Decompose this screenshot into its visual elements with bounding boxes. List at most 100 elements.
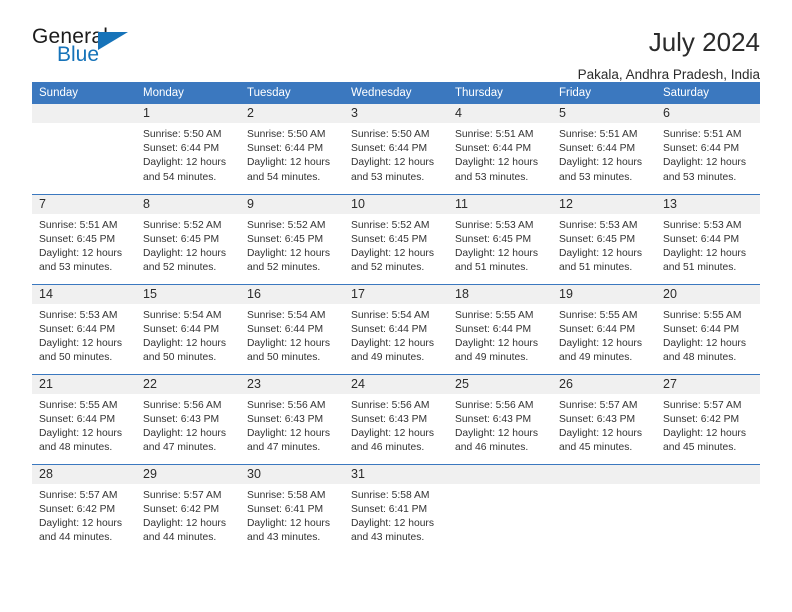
calendar-day-cell[interactable]: 9 Sunrise: 5:52 AM Sunset: 6:45 PM Daylight… [240, 193, 344, 284]
day-detail-line: and 47 minutes. [247, 442, 321, 454]
calendar-day-cell[interactable]: 13 Sunrise: 5:53 AM Sunset: 6:44 PM Dayligh… [656, 193, 760, 284]
day-detail-line: Daylight: 12 hours [351, 247, 434, 259]
calendar-day-cell[interactable]: 25 Sunrise: 5:56 AM Sunset: 6:43 PM Dayligh… [448, 373, 552, 464]
calendar-day-cell[interactable]: 26 Sunrise: 5:57 AM Sunset: 6:43 PM Dayligh… [552, 373, 656, 464]
day-detail-line: Sunrise: 5:58 AM [351, 489, 430, 501]
day-number: 7 [32, 194, 136, 214]
day-detail-line: and 52 minutes. [247, 262, 321, 274]
calendar-day-cell[interactable]: 31 Sunrise: 5:58 AM Sunset: 6:41 PM Dayligh… [344, 463, 448, 554]
day-sun-details: Sunrise: 5:54 AM Sunset: 6:44 PM Daylight:… [136, 304, 240, 366]
day-number [656, 464, 760, 484]
day-detail-line: Sunset: 6:45 PM [247, 233, 324, 245]
day-detail-line: and 53 minutes. [663, 171, 737, 183]
calendar-day-cell[interactable]: 29 Sunrise: 5:57 AM Sunset: 6:42 PM Dayligh… [136, 463, 240, 554]
day-detail-line: and 47 minutes. [143, 442, 217, 454]
day-sun-details: Sunrise: 5:57 AM Sunset: 6:43 PM Daylight:… [552, 394, 656, 456]
day-detail-line: Sunrise: 5:52 AM [143, 219, 222, 231]
calendar-day-cell[interactable]: 6 Sunrise: 5:51 AM Sunset: 6:44 PM Daylight… [656, 104, 760, 194]
day-detail-line: Sunrise: 5:57 AM [39, 489, 118, 501]
calendar-day-cell[interactable]: 19 Sunrise: 5:55 AM Sunset: 6:44 PM Dayligh… [552, 283, 656, 374]
day-number: 26 [552, 374, 656, 394]
day-sun-details: Sunrise: 5:53 AM Sunset: 6:45 PM Daylight:… [552, 214, 656, 276]
calendar-day-cell[interactable]: 5 Sunrise: 5:51 AM Sunset: 6:44 PM Daylight… [552, 104, 656, 194]
day-detail-line: Sunrise: 5:53 AM [455, 219, 534, 231]
day-detail-line: Sunset: 6:44 PM [663, 323, 740, 335]
day-number: 12 [552, 194, 656, 214]
calendar-week-row: 28 Sunrise: 5:57 AM Sunset: 6:42 PM Dayligh… [32, 463, 760, 554]
day-detail-line: and 49 minutes. [559, 352, 633, 364]
calendar-day-cell[interactable]: 20 Sunrise: 5:55 AM Sunset: 6:44 PM Dayligh… [656, 283, 760, 374]
day-detail-line: Sunset: 6:44 PM [39, 413, 116, 425]
calendar-day-cell[interactable]: 10 Sunrise: 5:52 AM Sunset: 6:45 PM Dayligh… [344, 193, 448, 284]
day-number: 11 [448, 194, 552, 214]
day-detail-line: and 51 minutes. [455, 262, 529, 274]
day-number: 31 [344, 464, 448, 484]
day-number: 6 [656, 104, 760, 123]
day-sun-details: Sunrise: 5:57 AM Sunset: 6:42 PM Daylight:… [32, 484, 136, 546]
day-detail-line: Sunset: 6:44 PM [351, 323, 428, 335]
general-blue-logo[interactable]: General Blue [32, 26, 152, 74]
calendar-day-cell[interactable]: 12 Sunrise: 5:53 AM Sunset: 6:45 PM Dayligh… [552, 193, 656, 284]
day-detail-line: and 52 minutes. [143, 262, 217, 274]
day-number: 4 [448, 104, 552, 123]
calendar-day-cell[interactable]: 18 Sunrise: 5:55 AM Sunset: 6:44 PM Dayligh… [448, 283, 552, 374]
day-detail-line: Sunset: 6:41 PM [351, 503, 428, 515]
calendar-day-cell[interactable]: 24 Sunrise: 5:56 AM Sunset: 6:43 PM Dayligh… [344, 373, 448, 464]
day-detail-line: Sunset: 6:45 PM [559, 233, 636, 245]
calendar-day-cell[interactable]: 17 Sunrise: 5:54 AM Sunset: 6:44 PM Dayligh… [344, 283, 448, 374]
day-sun-details [448, 484, 552, 489]
day-detail-line: and 51 minutes. [559, 262, 633, 274]
day-detail-line: Daylight: 12 hours [247, 517, 330, 529]
day-sun-details: Sunrise: 5:52 AM Sunset: 6:45 PM Daylight:… [240, 214, 344, 276]
calendar-day-cell[interactable]: 4 Sunrise: 5:51 AM Sunset: 6:44 PM Daylight… [448, 104, 552, 194]
calendar-day-cell[interactable]: 3 Sunrise: 5:50 AM Sunset: 6:44 PM Daylight… [344, 104, 448, 194]
day-detail-line: Daylight: 12 hours [143, 247, 226, 259]
calendar-day-cell[interactable]: 7 Sunrise: 5:51 AM Sunset: 6:45 PM Daylight… [32, 193, 136, 284]
day-detail-line: Sunset: 6:43 PM [559, 413, 636, 425]
weekday-header-thursday: Thursday [448, 82, 552, 104]
day-detail-line: Daylight: 12 hours [247, 247, 330, 259]
day-detail-line: and 52 minutes. [351, 262, 425, 274]
day-number: 29 [136, 464, 240, 484]
day-detail-line: Sunrise: 5:50 AM [247, 129, 326, 140]
day-sun-details: Sunrise: 5:56 AM Sunset: 6:43 PM Daylight:… [240, 394, 344, 456]
day-detail-line: Daylight: 12 hours [143, 517, 226, 529]
calendar-day-cell[interactable]: 27 Sunrise: 5:57 AM Sunset: 6:42 PM Dayligh… [656, 373, 760, 464]
day-detail-line: and 51 minutes. [663, 262, 737, 274]
day-detail-line: Daylight: 12 hours [559, 337, 642, 349]
calendar-day-cell[interactable]: 14 Sunrise: 5:53 AM Sunset: 6:44 PM Dayligh… [32, 283, 136, 374]
day-detail-line: Daylight: 12 hours [143, 337, 226, 349]
calendar-day-cell[interactable]: 23 Sunrise: 5:56 AM Sunset: 6:43 PM Dayligh… [240, 373, 344, 464]
day-number: 28 [32, 464, 136, 484]
calendar-day-cell[interactable]: 16 Sunrise: 5:54 AM Sunset: 6:44 PM Dayligh… [240, 283, 344, 374]
day-detail-line: Sunset: 6:45 PM [455, 233, 532, 245]
calendar-day-cell[interactable]: 28 Sunrise: 5:57 AM Sunset: 6:42 PM Dayligh… [32, 463, 136, 554]
day-detail-line: Sunset: 6:44 PM [247, 143, 324, 155]
calendar-day-cell[interactable]: 15 Sunrise: 5:54 AM Sunset: 6:44 PM Dayligh… [136, 283, 240, 374]
day-detail-line: Sunrise: 5:57 AM [559, 399, 638, 411]
day-number: 14 [32, 284, 136, 304]
day-sun-details: Sunrise: 5:53 AM Sunset: 6:45 PM Daylight:… [448, 214, 552, 276]
calendar-day-cell[interactable]: 22 Sunrise: 5:56 AM Sunset: 6:43 PM Dayligh… [136, 373, 240, 464]
page-title: July 2024 [648, 27, 760, 57]
calendar-day-cell[interactable]: 1 Sunrise: 5:50 AM Sunset: 6:44 PM Daylight… [136, 104, 240, 194]
day-detail-line: and 54 minutes. [247, 171, 321, 183]
day-number: 13 [656, 194, 760, 214]
day-detail-line: Daylight: 12 hours [39, 517, 122, 529]
day-sun-details: Sunrise: 5:57 AM Sunset: 6:42 PM Daylight:… [656, 394, 760, 456]
day-detail-line: and 50 minutes. [39, 352, 113, 364]
day-number: 8 [136, 194, 240, 214]
calendar-day-cell[interactable]: 11 Sunrise: 5:53 AM Sunset: 6:45 PM Dayligh… [448, 193, 552, 284]
calendar-day-cell[interactable]: 21 Sunrise: 5:55 AM Sunset: 6:44 PM Dayligh… [32, 373, 136, 464]
calendar-day-cell[interactable]: 30 Sunrise: 5:58 AM Sunset: 6:41 PM Dayligh… [240, 463, 344, 554]
day-detail-line: Daylight: 12 hours [351, 337, 434, 349]
day-sun-details: Sunrise: 5:53 AM Sunset: 6:44 PM Daylight:… [656, 214, 760, 276]
day-detail-line: Daylight: 12 hours [351, 157, 434, 169]
calendar-day-cell[interactable]: 2 Sunrise: 5:50 AM Sunset: 6:44 PM Daylight… [240, 104, 344, 194]
calendar-day-cell[interactable]: 8 Sunrise: 5:52 AM Sunset: 6:45 PM Daylight… [136, 193, 240, 284]
day-detail-line: and 49 minutes. [455, 352, 529, 364]
day-detail-line: Daylight: 12 hours [39, 337, 122, 349]
triangle-icon [98, 32, 128, 50]
day-detail-line: and 46 minutes. [351, 442, 425, 454]
day-number: 19 [552, 284, 656, 304]
